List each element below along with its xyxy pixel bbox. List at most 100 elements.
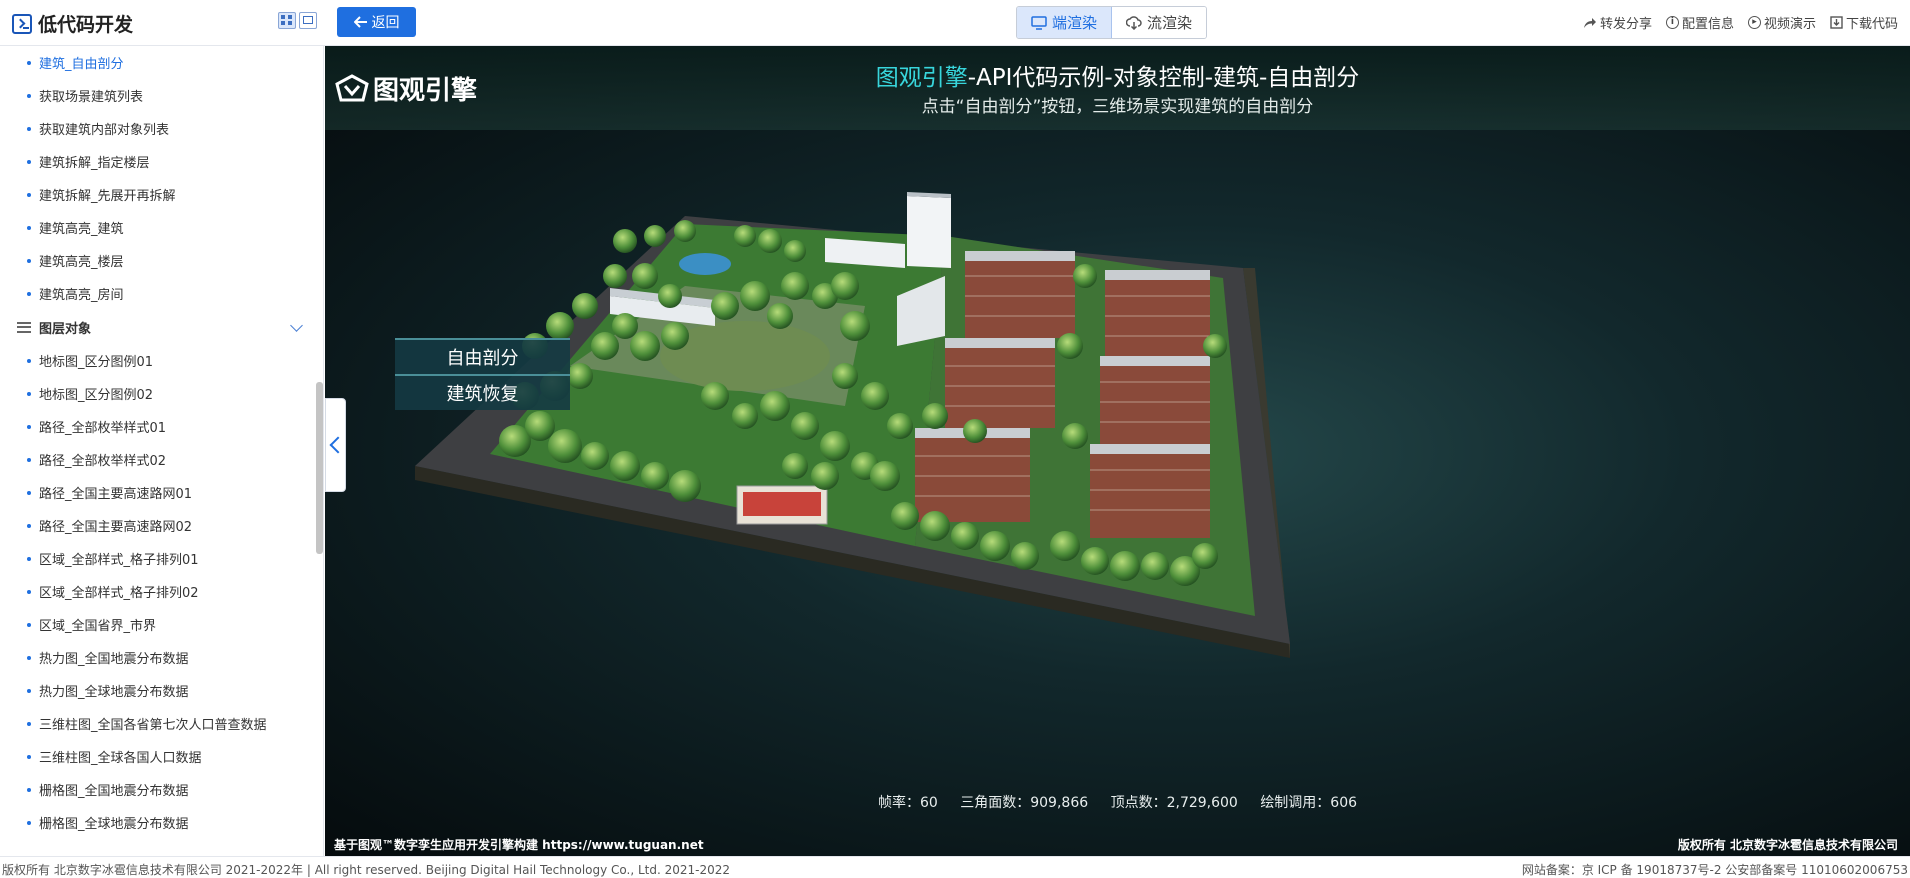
brand: 低代码开发 [12, 10, 133, 37]
menu-group-label: 图层对象 [39, 321, 92, 337]
sidebar-menu-item[interactable]: 地标图_区分图例02 [0, 377, 323, 410]
share-button[interactable]: 转发分享 [1583, 13, 1652, 32]
sidebar-menu-item[interactable]: 建筑拆解_指定楼层 [0, 145, 323, 178]
tree [603, 264, 627, 288]
bullet-dot-icon [27, 258, 31, 263]
sidebar-menu-item[interactable]: 三维柱图_全球各国人口数据 [0, 740, 323, 773]
sidebar-menu-item-label: 建筑高亮_房间 [39, 288, 124, 303]
scene-footer-copyright: 版权所有 北京数字冰雹信息技术有限公司 [1677, 838, 1898, 852]
sidebar-scrollbar[interactable] [316, 382, 323, 554]
sidebar-menu-item-label: 建筑_自由剖分 [39, 57, 124, 72]
video-demo-button[interactable]: ▸ 视频演示 [1747, 13, 1816, 32]
tree [658, 284, 682, 308]
tree [1062, 423, 1088, 449]
sidebar-menu-item[interactable]: 建筑高亮_建筑 [0, 211, 323, 244]
back-button[interactable]: 返回 [337, 7, 416, 37]
sidebar-collapse-button[interactable] [325, 398, 346, 492]
tree [732, 403, 758, 429]
share-label: 转发分享 [1599, 17, 1652, 32]
tree [613, 229, 637, 253]
sidebar-menu-item[interactable]: 路径_全部枚举样式02 [0, 443, 323, 476]
tree [1203, 334, 1227, 358]
menu-group-layers[interactable]: 图层对象 [0, 310, 323, 344]
scene-viewport[interactable]: 图观引擎 图观引擎-API代码示例-对象控制-建筑-自由剖分 点击“自由剖分”按… [325, 46, 1910, 856]
tree [632, 263, 658, 289]
sidebar-menu-item-label: 三维柱图_全国各省第七次人口普查数据 [39, 718, 267, 733]
sidebar-menu-item[interactable]: 建筑高亮_楼层 [0, 244, 323, 277]
sidebar-menu-item[interactable]: 路径_全部枚举样式01 [0, 410, 323, 443]
tree [612, 313, 638, 339]
tree [644, 225, 666, 247]
sidebar-menu-item[interactable]: 区域_全部样式_格子排列01 [0, 542, 323, 575]
bullet-dot-icon [27, 192, 31, 197]
sidebar-menu-item[interactable]: 路径_全国主要高速路网01 [0, 476, 323, 509]
bullet-dot-icon [27, 93, 31, 98]
tree [525, 411, 555, 441]
sidebar-menu-item[interactable]: 建筑拆解_先展开再拆解 [0, 178, 323, 211]
download-code-label: 下载代码 [1845, 17, 1898, 32]
bullet-dot-icon [27, 787, 31, 792]
monitor-icon [1031, 15, 1047, 30]
code-terminal-icon [12, 13, 32, 34]
bullet-dot-icon [27, 358, 31, 363]
sidebar-menu-item[interactable]: 栅格图_全球地震分布数据 [0, 806, 323, 839]
tree [572, 293, 598, 319]
building-restore-button[interactable]: 建筑恢复 [395, 374, 570, 410]
sidebar-menu-item-label: 栅格图_全球地震分布数据 [39, 817, 189, 832]
sidebar-menu-item[interactable]: 获取建筑内部对象列表 [0, 112, 323, 145]
tree [661, 322, 689, 350]
download-code-button[interactable]: 下载代码 [1830, 13, 1898, 32]
sidebar-menu-item[interactable]: 三维柱图_全国各省第七次人口普查数据 [0, 707, 323, 740]
sidebar-menu-item-label: 建筑高亮_楼层 [39, 255, 124, 270]
scene-footer-credit: 基于图观™数字孪生应用开发引擎构建 https://www.tuguan.net [334, 838, 704, 852]
sidebar-menu-item-label: 三维柱图_全球各国人口数据 [39, 751, 202, 766]
sidebar-menu-item[interactable]: 热力图_全国地震分布数据 [0, 641, 323, 674]
bullet-dot-icon [27, 159, 31, 164]
sidebar-menu-item[interactable]: 栅格图_全国地震分布数据 [0, 773, 323, 806]
sidebar-menu-item-label: 路径_全部枚举样式02 [39, 454, 167, 469]
sidebar-menu-item-label: 地标图_区分图例01 [39, 355, 154, 370]
sidebar-menu-item-label: 获取建筑内部对象列表 [39, 123, 170, 138]
sidebar-menu-item-label: 区域_全国省界_市界 [39, 619, 157, 634]
tree [1050, 531, 1080, 561]
bullet-dot-icon [27, 424, 31, 429]
sidebar-menu-item[interactable]: 热力图_全球地震分布数据 [0, 674, 323, 707]
tree [1057, 333, 1083, 359]
scene-subtitle: 点击“自由剖分”按钮，三维场景实现建筑的自由剖分 [921, 97, 1314, 117]
image-view-icon[interactable] [299, 12, 317, 29]
tree [861, 382, 889, 410]
sidebar-menu-item[interactable]: 获取场景建筑列表 [0, 79, 323, 112]
sidebar-menu-item-label: 地标图_区分图例02 [39, 388, 154, 403]
render-stats: 帧率：60 三角面数：909,866 顶点数：2,729,600 绘制调用：60… [325, 792, 1910, 812]
menu-list-top: 建筑_自由剖分获取场景建筑列表获取建筑内部对象列表建筑拆解_指定楼层 建筑拆解_先… [0, 46, 323, 310]
sidebar-menu-item[interactable]: 建筑_自由剖分 [0, 46, 323, 79]
info-icon: i [1665, 16, 1679, 29]
config-info-button[interactable]: i 配置信息 [1665, 13, 1734, 32]
tree [546, 312, 574, 340]
tree [767, 303, 793, 329]
chevron-down-icon[interactable] [290, 319, 303, 332]
tree [782, 453, 808, 479]
tree [832, 363, 858, 389]
free-split-button[interactable]: 自由剖分 [395, 338, 570, 374]
sidebar-menu-item[interactable]: 地标图_区分图例01 [0, 344, 323, 377]
sidebar-menu-item[interactable]: 建筑高亮_房间 [0, 277, 323, 310]
bullet-dot-icon [27, 721, 31, 726]
sidebar-menu-item[interactable]: 区域_全部样式_格子排列02 [0, 575, 323, 608]
grid-view-icon[interactable] [278, 12, 296, 29]
sidebar-menu-item[interactable]: 区域_全国省界_市界 [0, 608, 323, 641]
sidebar-menu-item[interactable]: 路径_全国主要高速路网02 [0, 509, 323, 542]
stat-draw-calls: 绘制调用：606 [1260, 795, 1358, 811]
stat-fps: 帧率：60 [877, 795, 938, 811]
back-button-label: 返回 [371, 15, 400, 31]
tree [840, 311, 870, 341]
bullet-dot-icon [27, 754, 31, 759]
tree [980, 531, 1010, 561]
tree [831, 272, 859, 300]
bullet-dot-icon [27, 556, 31, 561]
tower-building [907, 196, 951, 268]
tree [641, 462, 669, 490]
tab-client-render[interactable]: 端渲染 [1017, 7, 1113, 38]
tree [591, 332, 619, 360]
tab-stream-render[interactable]: 流渲染 [1112, 7, 1207, 38]
